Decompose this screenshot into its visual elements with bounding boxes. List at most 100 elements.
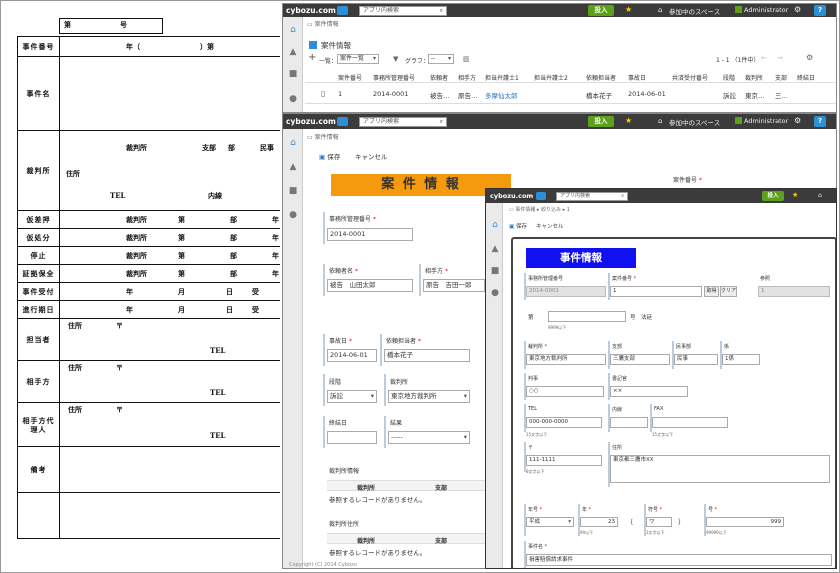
w2-help-button[interactable]: ? [814,116,826,127]
w3-chat-icon[interactable]: ■ [490,267,500,276]
w3-logo[interactable]: cybozu.com [490,192,533,200]
w1-col-0[interactable]: 案件番号 [338,73,362,82]
w2-dankai-select[interactable]: 訴訟 [327,390,377,403]
w2-tanto-input[interactable]: 橋本花子 [384,349,470,362]
w1-home-nav-icon[interactable]: ⌂ [288,26,298,35]
w1-col-11[interactable]: 支部 [775,73,787,82]
w2-saibansho-select[interactable]: 東京地方裁判所 [388,390,470,403]
w1-col-5[interactable]: 担当弁護士2 [534,73,568,82]
w3-yubin-input[interactable]: 111-1111 [526,455,602,466]
w1-logo[interactable]: cybozu.com [286,6,336,15]
w3-go-input[interactable]: 999 [706,517,784,527]
table-row[interactable]: ▯ 1 2014-0001 被告… 原告… 多摩仙太郎 橋本花子 2014-06… [305,84,836,104]
w1-search-icon[interactable]: ⌕ [440,7,443,15]
w1-graph-select[interactable]: -- [428,54,454,64]
w1-col-10[interactable]: 裁判所 [745,73,763,82]
w2-home-nav-icon[interactable]: ⌂ [288,139,298,148]
w2-irai-input[interactable]: 被告 山田太郎 [327,279,413,292]
w3-star-icon[interactable]: ★ [792,191,798,199]
w3-bell-icon[interactable]: ▲ [490,245,500,254]
w1-star-icon[interactable]: ★ [625,5,632,14]
w3-kakari-input[interactable]: 1係 [722,354,760,365]
w2-spaces-menu[interactable]: 参加中のスペース [669,117,720,127]
w3-minjibu-input[interactable]: 民事 [674,354,718,365]
w2-save-button[interactable]: ▣ 保存 [319,151,340,161]
w1-bell-icon[interactable]: ▲ [288,48,298,57]
w2-jikobi-input[interactable]: 2014-06-01 [327,349,377,362]
w2-mail-icon[interactable] [337,117,348,126]
w3-jikenmei-input[interactable]: 損害賠償請求事件 [526,554,832,566]
w1-chart-icon[interactable]: ▥ [463,55,470,63]
w1-next-icon[interactable]: → [777,54,783,62]
w3-search-input[interactable]: アプリ内検索 ⌕ [556,192,628,201]
w1-col-12[interactable]: 終結日 [797,73,815,82]
w1-col-3[interactable]: 相手方 [458,73,476,82]
w2-star-icon[interactable]: ★ [625,116,632,125]
w1-people-icon[interactable]: ● [288,95,298,104]
w2-people-icon[interactable]: ● [288,211,298,220]
w1-chat-icon[interactable]: ■ [288,70,298,79]
w2-gear-icon[interactable]: ⚙ [794,116,801,125]
w1-home-icon[interactable]: ⌂ [658,6,662,14]
w3-saibansho-input[interactable]: 東京地方裁判所 [526,354,606,365]
w2-search-icon[interactable]: ⌕ [440,118,443,126]
w1-view-select[interactable]: 案件一覧 [337,54,379,64]
w1-admin-menu[interactable]: Administrator [744,6,788,14]
w2-kekka-select[interactable]: ----- [388,431,470,444]
w3-nengo-select[interactable]: 平成 [526,517,574,527]
w2-bell-icon[interactable]: ▲ [288,163,298,172]
w1-col-8[interactable]: 共済受付番号 [672,73,708,82]
w1-gear-icon[interactable]: ⚙ [794,5,801,14]
w3-clear-button[interactable]: クリア [720,286,737,297]
w3-nen-input[interactable]: 23 [580,517,618,527]
w1-row-doc-icon[interactable]: ▯ [321,89,325,98]
w3-jusho-textarea[interactable]: 東京都三鷹市XX [610,455,830,483]
w1-col-2[interactable]: 依頼者 [430,73,448,82]
w1-col-7[interactable]: 事故日 [628,73,646,82]
w3-hanji-input[interactable]: ○○ [526,386,604,397]
w3-caseno-input[interactable]: 1 [610,286,702,297]
w3-people-icon[interactable]: ● [490,289,500,298]
w1-post-button[interactable]: 投入 [588,5,614,16]
w3-home-icon[interactable]: ⌂ [818,192,822,199]
w3-get-button[interactable]: 取得 [704,286,719,297]
w1-col-9[interactable]: 段階 [723,73,735,82]
w2-chat-icon[interactable]: ■ [288,187,298,196]
w3-save-button[interactable]: ▣ 保存 [509,222,527,230]
w1-prev-icon[interactable]: ← [761,54,767,62]
w1-mail-icon[interactable] [337,6,348,15]
w2-home-icon[interactable]: ⌂ [658,117,662,125]
w1-breadcrumb[interactable]: ▭ 案件情報 [307,19,339,28]
w3-home-nav-icon[interactable]: ⌂ [490,221,500,230]
w3-shibu-input[interactable]: 三鷹支部 [610,354,670,365]
w2-admin-menu[interactable]: Administrator [744,117,788,125]
w1-col-1[interactable]: 事務所管理番号 [373,73,415,82]
w2-kanri-input[interactable]: 2014-0001 [327,228,413,241]
w2-post-button[interactable]: 投入 [588,116,614,127]
w1-settings-icon[interactable]: ⚙ [806,53,813,62]
w2-aite-input[interactable]: 原告 吉田一郎 [423,279,485,292]
w3-breadcrumb[interactable]: ▭ 事件情報 ▸ 絞り込み ▸ 1 [509,206,570,213]
w2-breadcrumb[interactable]: ▭ 案件情報 [307,132,339,141]
w2-search-input[interactable]: アプリ内検索 ⌕ [359,117,447,127]
w3-search-icon[interactable]: ⌕ [621,193,624,200]
w2-shuketsu-input[interactable] [327,431,377,444]
w3-mail-icon[interactable] [536,192,546,200]
w2-cancel-button[interactable]: キャンセル [355,151,388,161]
w1-help-button[interactable]: ? [814,5,826,16]
w3-naisen-input[interactable] [610,417,648,428]
w3-fugo-input[interactable]: ワ [646,517,672,527]
w1-search-input[interactable]: アプリ内検索 ⌕ [359,6,447,16]
w1-add-icon[interactable]: + [308,52,316,63]
w2-logo[interactable]: cybozu.com [286,117,336,126]
w3-hotei-input[interactable] [548,311,626,322]
w3-shokikan-input[interactable]: ×× [610,386,688,397]
w1-col-4[interactable]: 担当弁護士1 [485,73,519,82]
w3-post-button[interactable]: 投入 [762,191,784,201]
w3-cancel-button[interactable]: キャンセル [536,222,564,230]
w3-tel-input[interactable]: 000-000-0000 [526,417,602,428]
w1-cell-bengoshi1[interactable]: 多摩仙太郎 [485,90,518,100]
w3-fax-input[interactable] [652,417,728,428]
w1-spaces-menu[interactable]: 参加中のスペース [669,6,720,16]
w1-col-6[interactable]: 依頼担当者 [586,73,616,82]
